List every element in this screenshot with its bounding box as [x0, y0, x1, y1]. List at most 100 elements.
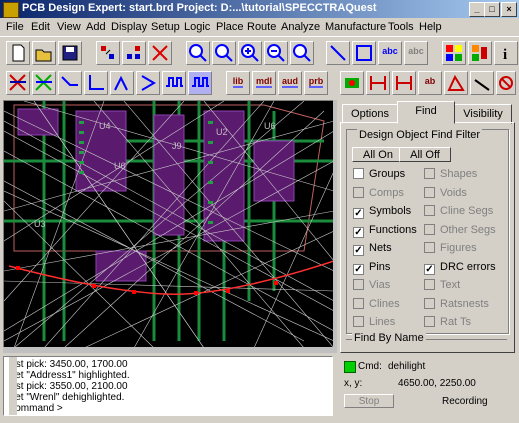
dimension-icon[interactable]	[366, 71, 390, 95]
checkbox-functions[interactable]: ✓ Functions	[353, 224, 417, 238]
delete-icon[interactable]	[148, 41, 172, 65]
checkbox-label: Figures	[440, 242, 477, 254]
edit-text-icon[interactable]: abc	[404, 41, 428, 65]
checkbox-box[interactable]: ✓	[353, 263, 364, 275]
maximize-button[interactable]: □	[484, 2, 500, 17]
checkbox-groups[interactable]: Groups	[353, 168, 405, 180]
tab-visibility[interactable]: Visibility	[454, 104, 512, 124]
all-on-button[interactable]: All On	[352, 147, 404, 162]
measure-icon[interactable]	[392, 71, 416, 95]
find-filter-group: Design Object Find Filter All On All Off…	[346, 129, 509, 334]
save-button[interactable]	[58, 41, 82, 65]
xy-label: x, y:	[344, 378, 363, 389]
menu-tools[interactable]: Tools	[388, 21, 414, 33]
checkbox-label: Ratsnests	[440, 297, 489, 310]
zoom-fit-icon[interactable]	[212, 41, 236, 65]
board-drawing	[4, 101, 334, 348]
checkbox-box[interactable]	[353, 168, 364, 179]
probe-button[interactable]: prb	[304, 71, 328, 95]
copy-icon[interactable]	[122, 41, 146, 65]
find-tab-body: Design Object Find Filter All On All Off…	[340, 122, 515, 353]
checkbox-pins[interactable]: ✓ Pins	[353, 261, 390, 275]
vertex-icon[interactable]	[84, 71, 108, 95]
add-rect-icon[interactable]	[352, 41, 376, 65]
open-file-button[interactable]	[32, 41, 56, 65]
spread-icon[interactable]	[136, 71, 160, 95]
library-button[interactable]: lib	[226, 71, 250, 95]
add-line-icon[interactable]	[326, 41, 350, 65]
menu-analyze[interactable]: Analyze	[281, 21, 320, 33]
no-entry-icon[interactable]	[496, 71, 516, 95]
menu-bar: File Edit View Add Display Setup Logic P…	[0, 18, 519, 37]
checkbox-label: Other Segs	[440, 223, 496, 236]
checkbox-drc-errors[interactable]: ✓ DRC errors	[424, 261, 496, 275]
layers-icon[interactable]	[468, 41, 492, 65]
add-text-icon[interactable]: abc	[378, 41, 402, 65]
log-line: last pick: 3450.00, 1700.00	[8, 359, 128, 370]
route-toolbar: lib mdl aud prb ab	[0, 68, 519, 98]
slide-icon[interactable]	[58, 71, 82, 95]
minimize-button[interactable]: _	[469, 2, 485, 17]
zoom-in-icon[interactable]	[186, 41, 210, 65]
checkbox-clines: Clines	[353, 297, 400, 310]
drc-icon[interactable]	[340, 71, 364, 95]
menu-route[interactable]: Route	[247, 21, 276, 33]
sigwave-icon[interactable]	[188, 71, 212, 95]
delay-tune-icon[interactable]	[162, 71, 186, 95]
audit-button[interactable]: aud	[278, 71, 302, 95]
menu-help[interactable]: Help	[419, 21, 442, 33]
refdes-label: U6	[114, 161, 126, 171]
menu-setup[interactable]: Setup	[151, 21, 180, 33]
checkbox-label: Cline Segs	[440, 205, 494, 217]
checkbox-label: Clines	[369, 297, 400, 310]
stop-button[interactable]: Stop	[344, 394, 394, 408]
checkbox-label: Text	[440, 279, 461, 291]
checkbox-box	[424, 223, 435, 235]
refdes-label: J9	[172, 141, 182, 151]
menu-edit[interactable]: Edit	[31, 21, 50, 33]
menu-display[interactable]: Display	[111, 21, 147, 33]
checkbox-box[interactable]: ✓	[353, 226, 364, 238]
diagonal-icon[interactable]	[470, 71, 494, 95]
model-button[interactable]: mdl	[252, 71, 276, 95]
command-log[interactable]: last pick: 3450.00, 1700.00 Net "Address…	[3, 356, 333, 416]
menu-view[interactable]: View	[57, 21, 81, 33]
title-bar[interactable]: PCB Design Expert: start.brd Project: D:…	[0, 0, 519, 18]
close-button[interactable]: ×	[501, 2, 517, 17]
checkbox-vias: Vias	[353, 279, 390, 291]
zoom-minus-icon[interactable]	[264, 41, 288, 65]
snap-icon[interactable]: ab	[418, 71, 442, 95]
checkbox-symbols[interactable]: ✓ Symbols	[353, 205, 411, 219]
checkbox-box	[424, 279, 435, 290]
checkbox-box[interactable]: ✓	[353, 245, 364, 256]
tab-find[interactable]: Find	[397, 101, 455, 124]
checkbox-box[interactable]: ✓	[353, 208, 364, 219]
pcb-canvas[interactable]: U4 J9 U2 U3 U6 U6	[3, 100, 335, 349]
checkbox-box[interactable]: ✓	[424, 263, 435, 275]
library-label: lib	[232, 76, 244, 88]
angle-icon[interactable]	[444, 71, 468, 95]
color-icon[interactable]	[442, 41, 466, 65]
zoom-plus-icon[interactable]	[238, 41, 262, 65]
menu-file[interactable]: File	[6, 21, 24, 33]
vertical-scrollbar[interactable]	[333, 100, 337, 353]
horizontal-scrollbar[interactable]	[3, 347, 333, 353]
menu-add[interactable]: Add	[86, 21, 106, 33]
menu-place[interactable]: Place	[216, 21, 244, 33]
refdes-label: U2	[216, 127, 228, 137]
move-icon[interactable]	[96, 41, 120, 65]
tab-options[interactable]: Options	[342, 104, 398, 124]
menu-logic[interactable]: Logic	[184, 21, 210, 33]
new-file-button[interactable]	[6, 41, 30, 65]
fanout-icon[interactable]	[110, 71, 134, 95]
info-icon[interactable]: i	[494, 41, 518, 65]
connect-icon[interactable]	[6, 71, 30, 95]
checkbox-nets[interactable]: ✓ Nets	[353, 242, 392, 256]
log-scrollbar[interactable]	[8, 357, 17, 415]
zoom-previous-icon[interactable]	[290, 41, 314, 65]
auto-route-icon[interactable]	[32, 71, 56, 95]
menu-manufacture[interactable]: Manufacture	[325, 21, 386, 33]
checkbox-box	[353, 279, 364, 290]
checkbox-ratsnests: Ratsnests	[424, 297, 489, 310]
all-off-button[interactable]: All Off	[399, 147, 451, 162]
